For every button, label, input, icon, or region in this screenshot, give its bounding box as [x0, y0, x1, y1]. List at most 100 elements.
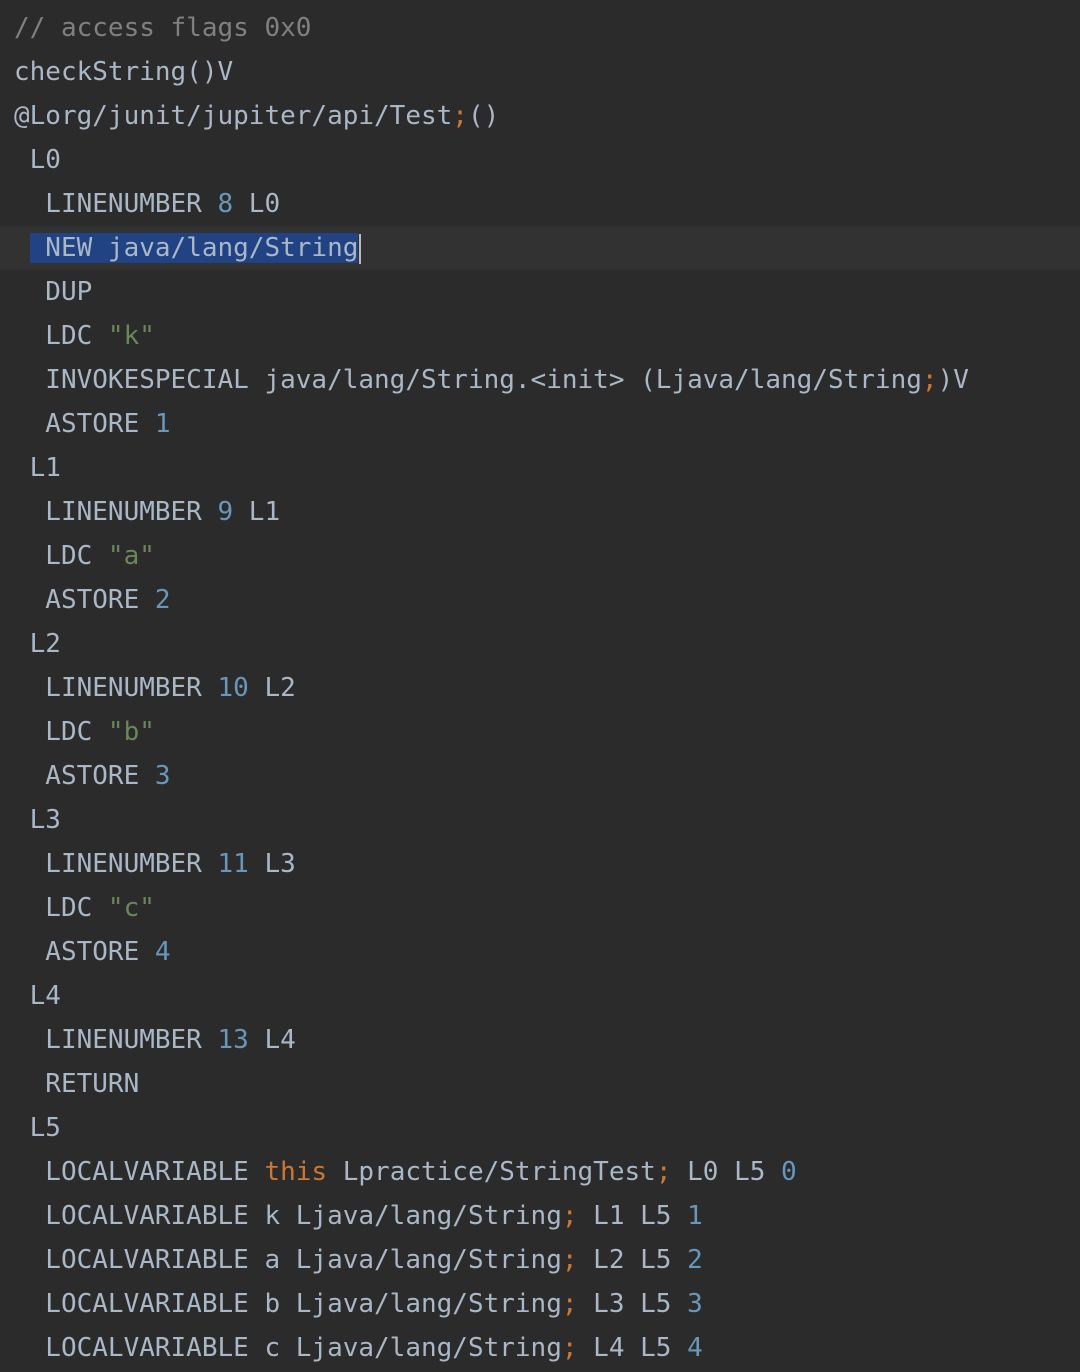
code-token: L3	[14, 805, 61, 835]
code-token: "a"	[107, 541, 155, 571]
code-token: checkString()V	[14, 57, 234, 87]
code-line[interactable]: LDC "a"	[0, 534, 1080, 578]
code-line[interactable]: LINENUMBER 9 L1	[0, 490, 1080, 534]
code-line[interactable]: @Lorg/junit/jupiter/api/Test;()	[0, 94, 1080, 138]
code-token: L1	[14, 453, 61, 483]
code-line[interactable]: ASTORE 1	[0, 402, 1080, 446]
code-token: ;	[561, 1289, 578, 1319]
code-line[interactable]: L5	[0, 1106, 1080, 1150]
code-token: ASTORE	[14, 585, 155, 615]
code-token: LINENUMBER	[14, 497, 218, 527]
code-token: LINENUMBER	[14, 189, 218, 219]
code-token: 3	[154, 761, 171, 791]
code-line[interactable]: // access flags 0x0	[0, 6, 1080, 50]
code-token: L0	[233, 189, 281, 219]
code-line[interactable]: LINENUMBER 11 L3	[0, 842, 1080, 886]
code-token: LINENUMBER	[14, 673, 218, 703]
code-token: LINENUMBER	[14, 1025, 218, 1055]
code-token: ()	[467, 101, 500, 131]
code-line[interactable]: DUP	[0, 270, 1080, 314]
code-line[interactable]: LINENUMBER 13 L4	[0, 1018, 1080, 1062]
code-token: L3	[248, 849, 296, 879]
code-line[interactable]: ASTORE 4	[0, 930, 1080, 974]
code-line[interactable]: LOCALVARIABLE this Lpractice/StringTest;…	[0, 1150, 1080, 1194]
code-line[interactable]: L3	[0, 798, 1080, 842]
code-token: 8	[217, 189, 234, 219]
code-token: L2 L5	[577, 1245, 688, 1275]
code-token: 4	[687, 1333, 703, 1363]
code-token: LOCALVARIABLE a Ljava/lang/String	[14, 1245, 562, 1275]
code-token: 3	[687, 1289, 703, 1319]
code-token: LINENUMBER	[14, 849, 218, 879]
code-line[interactable]: L2	[0, 622, 1080, 666]
code-token: 9	[217, 497, 234, 527]
code-token: ASTORE	[14, 937, 155, 967]
text-caret	[359, 233, 362, 264]
code-token: DUP	[14, 277, 93, 307]
code-line[interactable]: checkString()V	[0, 50, 1080, 94]
code-token: @Lorg/junit/jupiter/api/Test	[14, 101, 453, 131]
code-token: 11	[217, 849, 249, 879]
code-token: L0	[14, 145, 61, 175]
code-line[interactable]: L4	[0, 974, 1080, 1018]
code-token: 4	[154, 937, 171, 967]
code-token: ;	[921, 365, 938, 395]
code-token: this	[264, 1157, 328, 1187]
code-token: 0	[781, 1157, 797, 1187]
selected-text: NEW java/lang/String	[29, 233, 359, 263]
code-token: Lpractice/StringTest	[327, 1157, 656, 1187]
code-line[interactable]: ASTORE 2	[0, 578, 1080, 622]
code-line[interactable]: LDC "c"	[0, 886, 1080, 930]
code-token: // access flags 0x0	[14, 13, 312, 43]
code-token: L1 L5	[577, 1201, 688, 1231]
code-token: LDC	[14, 541, 108, 571]
code-token: L4	[248, 1025, 296, 1055]
code-token: "c"	[107, 893, 155, 923]
code-token: L3 L5	[577, 1289, 688, 1319]
code-token: LOCALVARIABLE	[14, 1157, 265, 1187]
current-line[interactable]: NEW java/lang/String	[0, 226, 1080, 270]
code-token: 2	[154, 585, 171, 615]
code-line[interactable]: LDC "k"	[0, 314, 1080, 358]
code-token: L2	[14, 629, 61, 659]
code-token: 2	[687, 1245, 703, 1275]
code-line[interactable]: LOCALVARIABLE c Ljava/lang/String; L4 L5…	[0, 1326, 1080, 1370]
code-line[interactable]: LOCALVARIABLE k Ljava/lang/String; L1 L5…	[0, 1194, 1080, 1238]
code-token: ;	[655, 1157, 672, 1187]
code-token: L4 L5	[577, 1333, 688, 1363]
code-line[interactable]: LOCALVARIABLE b Ljava/lang/String; L3 L5…	[0, 1282, 1080, 1326]
code-token: L1	[233, 497, 281, 527]
code-token: L5	[14, 1113, 61, 1143]
code-line[interactable]: LINENUMBER 10 L2	[0, 666, 1080, 710]
code-token: ASTORE	[14, 761, 155, 791]
code-token: INVOKESPECIAL java/lang/String.<init> (L…	[14, 365, 922, 395]
code-token: ASTORE	[14, 409, 155, 439]
bytecode-editor[interactable]: // access flags 0x0 checkString()V @Lorg/j…	[0, 6, 1080, 1370]
code-token: L2	[248, 673, 296, 703]
code-line[interactable]: INVOKESPECIAL java/lang/String.<init> (L…	[0, 358, 1080, 402]
code-line[interactable]: LDC "b"	[0, 710, 1080, 754]
code-token: ;	[561, 1201, 578, 1231]
code-token: LOCALVARIABLE k Ljava/lang/String	[14, 1201, 562, 1231]
code-token: RETURN	[14, 1069, 140, 1099]
code-token: L0 L5	[671, 1157, 782, 1187]
code-token: L4	[14, 981, 61, 1011]
code-token: ;	[561, 1333, 578, 1363]
code-line[interactable]: RETURN	[0, 1062, 1080, 1106]
code-token: )V	[937, 365, 969, 395]
code-token: 13	[217, 1025, 249, 1055]
code-line[interactable]: L1	[0, 446, 1080, 490]
code-line[interactable]: LINENUMBER 8 L0	[0, 182, 1080, 226]
code-token: ;	[452, 101, 468, 131]
code-line[interactable]: ASTORE 3	[0, 754, 1080, 798]
code-token: 1	[154, 409, 171, 439]
code-token: LDC	[14, 717, 108, 747]
code-line[interactable]: L0	[0, 138, 1080, 182]
code-token: "k"	[107, 321, 155, 351]
code-token: LOCALVARIABLE b Ljava/lang/String	[14, 1289, 562, 1319]
code-token: ;	[561, 1245, 578, 1275]
code-line[interactable]: LOCALVARIABLE a Ljava/lang/String; L2 L5…	[0, 1238, 1080, 1282]
code-token: LDC	[14, 321, 108, 351]
code-token: LDC	[14, 893, 108, 923]
